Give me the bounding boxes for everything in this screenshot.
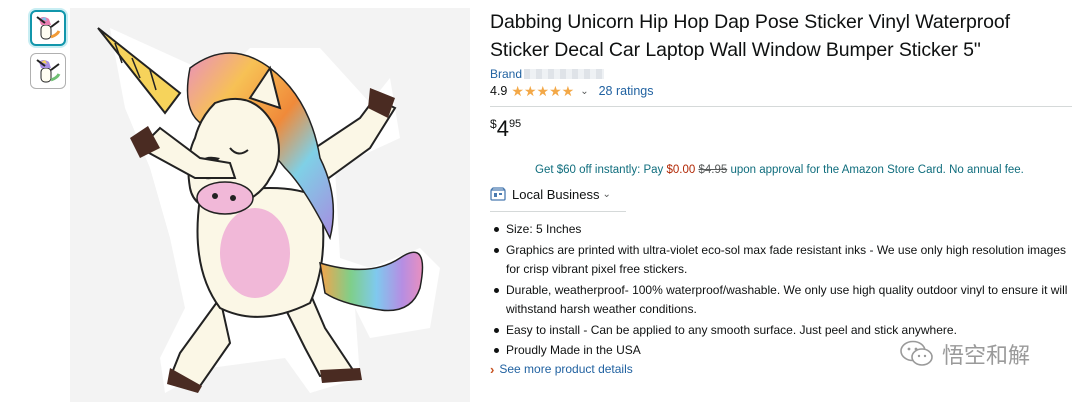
promo-pay-amount: $0.00 <box>666 164 696 176</box>
divider <box>490 211 626 212</box>
local-business-label: Local Business <box>512 186 600 202</box>
watermark: 悟空和解 <box>900 338 1030 370</box>
star-icon: ★ <box>523 83 537 99</box>
promo-original-price: $4.95 <box>698 164 728 176</box>
chevron-down-icon[interactable]: ⌄ <box>580 86 588 97</box>
brand-row[interactable]: Brand <box>490 67 1072 81</box>
dabbing-unicorn-image <box>97 27 440 393</box>
thumbnail-strip <box>30 10 68 96</box>
promo-prefix: Get $60 off instantly: Pay <box>535 164 667 176</box>
rating-row: 4.9 ★ ★ ★ ★ ★ ⌄ 28 ratings <box>490 82 1072 100</box>
unicorn-thumbnail-icon <box>36 59 61 83</box>
local-business-row[interactable]: Local Business ⌄ <box>490 185 1072 203</box>
thumbnail-2[interactable] <box>30 53 66 89</box>
star-rating[interactable]: ★ ★ ★ ★ ★ <box>511 84 574 98</box>
watermark-text: 悟空和解 <box>942 344 1031 369</box>
star-icon: ★ <box>549 83 562 99</box>
star-icon: ★ <box>536 83 550 99</box>
local-business-icon <box>490 187 506 201</box>
feature-bullet: Durable, weatherproof- 100% waterproof/w… <box>490 281 1072 320</box>
divider <box>490 106 1072 107</box>
feature-bullet: Size: 5 Inches <box>490 220 1072 240</box>
price-fraction: 95 <box>508 118 522 130</box>
store-card-promo[interactable]: Get $60 off instantly: Pay $0.00 $4.95 u… <box>535 164 1072 176</box>
main-product-image[interactable] <box>70 8 470 402</box>
brand-name-redacted <box>524 69 605 79</box>
unicorn-thumbnail-icon <box>36 16 61 40</box>
chevron-right-icon: › <box>490 361 495 377</box>
wechat-icon <box>900 340 933 366</box>
star-icon: ★ <box>511 83 524 99</box>
chevron-down-icon: ⌄ <box>602 188 611 200</box>
feature-bullet: Graphics are printed with ultra-violet e… <box>490 241 1072 280</box>
see-more-label: See more product details <box>499 362 633 376</box>
ratings-count-link[interactable]: 28 ratings <box>599 84 654 98</box>
star-icon: ★ <box>561 83 575 99</box>
rating-value: 4.9 <box>490 84 508 98</box>
price-whole: 4 <box>496 116 509 141</box>
price-symbol: $ <box>490 117 497 131</box>
product-title: Dabbing Unicorn Hip Hop Dap Pose Sticker… <box>490 11 1010 61</box>
promo-suffix: upon approval for the Amazon Store Card.… <box>727 164 1024 176</box>
price: $ 4 95 <box>490 117 1072 143</box>
product-details: Dabbing Unicorn Hip Hop Dap Pose Sticker… <box>490 8 1072 377</box>
thumbnail-1[interactable] <box>30 10 66 46</box>
brand-link[interactable]: Brand <box>490 67 522 81</box>
